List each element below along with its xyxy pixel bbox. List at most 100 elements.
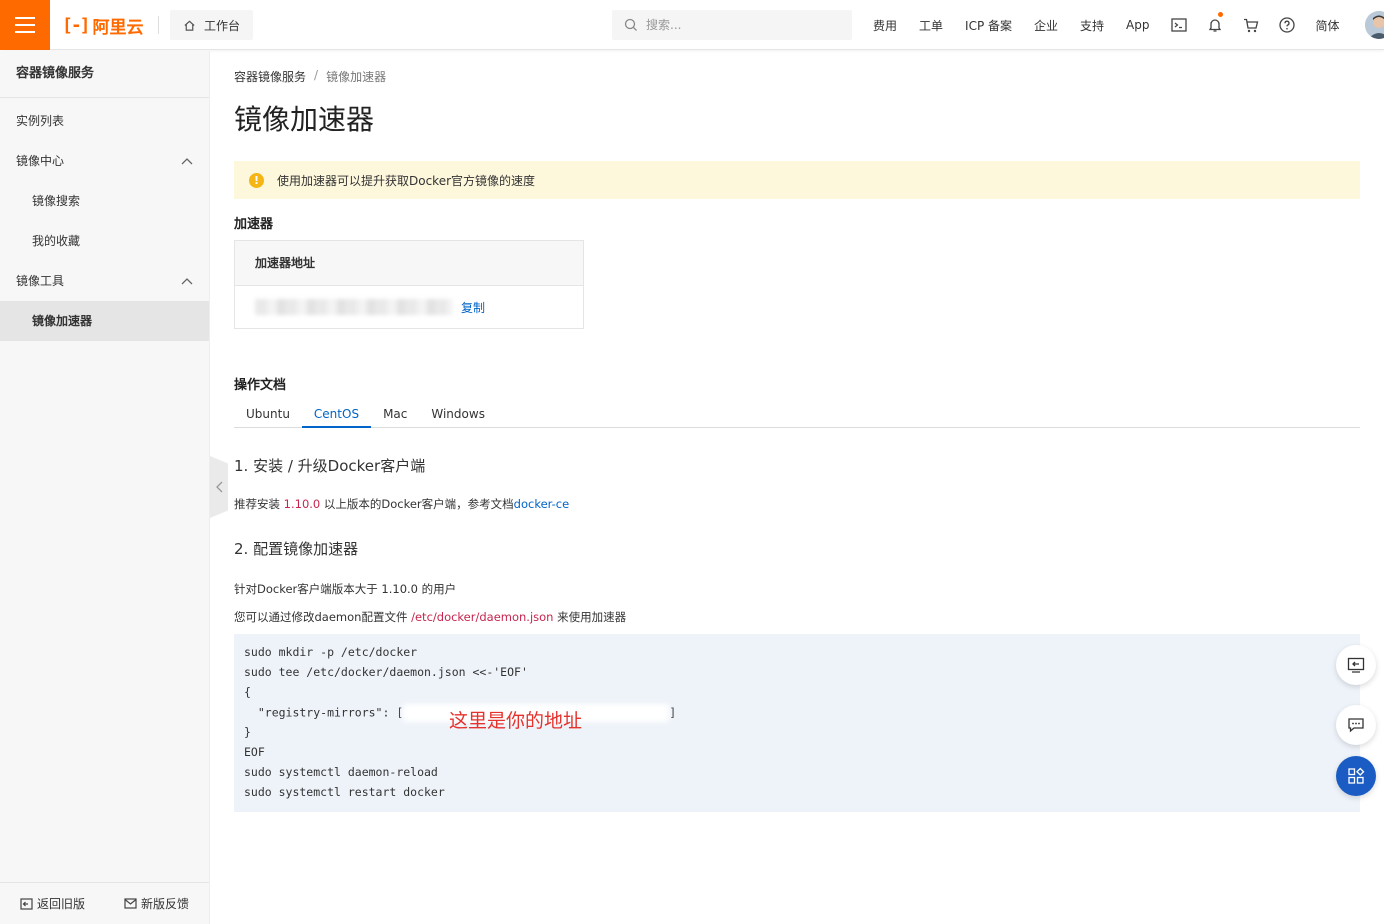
step1-title: 1. 安装 / 升级Docker客户端 (234, 457, 426, 475)
avatar-icon (1364, 11, 1384, 39)
code-line: EOF (244, 745, 265, 759)
accelerator-row: 复制 (235, 286, 583, 328)
accelerator-column-header: 加速器地址 (235, 241, 583, 286)
nav-support[interactable]: 支持 (1069, 17, 1115, 34)
main-content: 容器镜像服务 / 镜像加速器 镜像加速器 ! 使用加速器可以提升获取Docker… (234, 51, 1360, 812)
accelerator-section-title: 加速器 (234, 217, 274, 232)
chat-icon (1348, 718, 1364, 733)
code-line: sudo systemctl restart docker (244, 785, 445, 799)
tab-mac[interactable]: Mac (371, 406, 419, 428)
sidebar-item-label: 镜像中心 (16, 154, 65, 168)
docs-section-title: 操作文档 (234, 378, 287, 393)
menu-line-icon (15, 17, 35, 19)
os-tabs: Ubuntu CentOS Mac Windows (234, 406, 1360, 428)
logo-mark: [-] (62, 14, 90, 36)
code-text: "registry-mirrors": [ (244, 705, 404, 720)
step2-line1: 针对Docker客户端版本大于 1.10.0 的用户 (234, 582, 457, 596)
sidebar-collapse-handle[interactable] (210, 456, 228, 518)
sidebar-item-label: 我的收藏 (32, 234, 81, 248)
sidebar-item-label: 实例列表 (16, 114, 65, 128)
float-chat-button[interactable] (1336, 705, 1376, 745)
tab-ubuntu[interactable]: Ubuntu (234, 406, 302, 428)
help-button[interactable] (1269, 0, 1305, 50)
hamburger-menu-button[interactable] (0, 0, 50, 50)
page-title: 镜像加速器 (234, 103, 375, 136)
cart-icon (1243, 18, 1258, 32)
notification-dot (1217, 12, 1223, 17)
menu-line-icon (15, 31, 35, 33)
terminal-icon (1170, 18, 1187, 32)
sidebar-item-label: 镜像加速器 (32, 314, 93, 328)
version-text: 1.10.0 (283, 497, 321, 511)
code-line: { (244, 685, 251, 699)
aliyun-logo[interactable]: [-] 阿里云 (62, 14, 144, 38)
user-avatar[interactable] (1364, 11, 1384, 39)
notifications-button[interactable] (1197, 0, 1233, 50)
code-line: sudo systemctl daemon-reload (244, 765, 438, 779)
divider (158, 16, 159, 34)
warning-icon: ! (249, 172, 264, 188)
logo-text: 阿里云 (92, 17, 144, 38)
apps-grid-icon (1348, 767, 1365, 784)
help-icon (1278, 17, 1295, 33)
tab-centos[interactable]: CentOS (301, 406, 372, 428)
top-bar: [-] 阿里云 工作台 费用 工单 ICP 备案 企业 支持 App 简体 (0, 0, 1384, 50)
language-switch[interactable]: 简体 (1305, 17, 1351, 34)
breadcrumb-parent[interactable]: 容器镜像服务 (234, 68, 306, 85)
code-line-mirrors: "registry-mirrors": [] (244, 704, 1350, 724)
nav-billing[interactable]: 费用 (862, 17, 908, 34)
terminal-button[interactable] (1161, 0, 1197, 50)
docker-ce-link[interactable]: docker-ce (514, 497, 570, 511)
sidebar-item-label: 镜像工具 (16, 274, 65, 288)
nav-enterprise[interactable]: 企业 (1023, 17, 1069, 34)
nav-tickets[interactable]: 工单 (908, 17, 954, 34)
back-icon (20, 897, 33, 910)
nav-icp[interactable]: ICP 备案 (954, 17, 1023, 34)
home-icon (184, 20, 195, 31)
sidebar-group-image-center[interactable]: 镜像中心 (0, 141, 209, 181)
float-apps-button[interactable] (1336, 756, 1376, 796)
accelerator-table: 加速器地址 复制 (234, 240, 584, 329)
copy-button[interactable]: 复制 (461, 299, 485, 316)
search-box[interactable] (612, 10, 852, 40)
bell-icon (1208, 19, 1221, 32)
code-text: ] (669, 705, 677, 720)
breadcrumb-separator: / (314, 68, 319, 82)
sidebar-item-favorites[interactable]: 我的收藏 (0, 221, 209, 261)
chevron-up-icon (181, 158, 193, 165)
back-label: 返回旧版 (37, 897, 86, 911)
search-input[interactable] (646, 18, 836, 32)
sidebar-item-label: 镜像搜索 (32, 194, 81, 208)
workbench-button[interactable]: 工作台 (170, 10, 253, 40)
workbench-label: 工作台 (204, 18, 241, 33)
feedback-link[interactable]: 新版反馈 (124, 895, 189, 912)
redacted-address (255, 299, 453, 315)
presentation-icon (1347, 657, 1365, 673)
nav-app[interactable]: App (1115, 18, 1160, 32)
float-presentation-button[interactable] (1336, 645, 1376, 685)
sidebar-footer: 返回旧版 新版反馈 (0, 882, 209, 924)
chevron-up-icon (181, 278, 193, 285)
sidebar-item-image-search[interactable]: 镜像搜索 (0, 181, 209, 221)
code-line: } (244, 725, 251, 739)
step1-middle: 以上版本的Docker客户端，参考文档 (320, 497, 514, 511)
step2-line2: 您可以通过修改daemon配置文件 /etc/docker/daemon.jso… (234, 609, 1360, 625)
tab-windows[interactable]: Windows (419, 406, 497, 428)
info-alert: ! 使用加速器可以提升获取Docker官方镜像的速度 (234, 161, 1360, 199)
step2-title: 2. 配置镜像加速器 (234, 540, 359, 558)
code-block[interactable]: sudo mkdir -p /etc/docker sudo tee /etc/… (234, 634, 1360, 812)
sidebar-title: 容器镜像服务 (0, 51, 209, 98)
code-line: sudo mkdir -p /etc/docker (244, 645, 418, 659)
sidebar-item-instances[interactable]: 实例列表 (0, 101, 209, 141)
mail-icon (124, 898, 137, 909)
step2-prefix: 您可以通过修改daemon配置文件 (234, 610, 412, 624)
daemon-path: /etc/docker/daemon.json (411, 610, 554, 624)
sidebar-item-image-accelerator[interactable]: 镜像加速器 (0, 301, 209, 341)
annotation-text: 这里是你的地址 (449, 710, 583, 732)
code-line: sudo tee /etc/docker/daemon.json <<-'EOF… (244, 665, 528, 679)
back-to-old-version-link[interactable]: 返回旧版 (20, 895, 85, 912)
step1-text: 推荐安装 1.10.0 以上版本的Docker客户端，参考文档docker-ce (234, 496, 1360, 512)
sidebar: 容器镜像服务 实例列表 镜像中心 镜像搜索 我的收藏 镜像工具 镜像加速器 返回… (0, 51, 210, 924)
sidebar-group-image-tools[interactable]: 镜像工具 (0, 261, 209, 301)
cart-button[interactable] (1233, 0, 1269, 50)
